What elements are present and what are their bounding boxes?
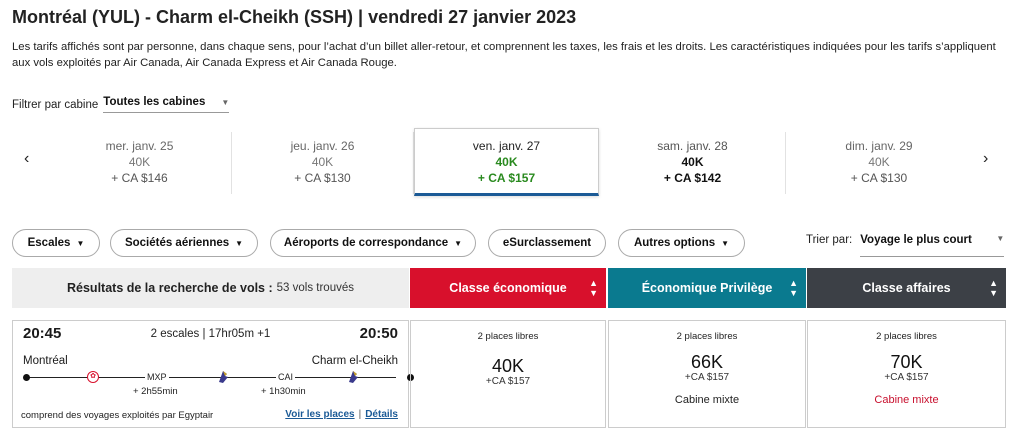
- page-title: Montréal (YUL) - Charm el-Cheikh (SSH) |…: [12, 7, 577, 27]
- stops-filter-button[interactable]: Escales ▼: [12, 229, 100, 257]
- mixed-cabin-note: Cabine mixte: [874, 394, 939, 406]
- origin-city: Montréal: [23, 355, 68, 367]
- flight-summary: 2 escales | 17hr05m +1: [150, 328, 271, 340]
- fare-cash: +CA $157: [485, 376, 531, 387]
- seats-available: 2 places libres: [477, 331, 539, 342]
- date-points: 40K: [495, 155, 518, 169]
- date-cash: + CA $142: [663, 171, 722, 185]
- origin-dot: [23, 374, 30, 381]
- airlines-filter-button[interactable]: Sociétés aériennes ▼: [110, 229, 258, 257]
- route-line: [26, 377, 396, 378]
- date-tab-4[interactable]: dim. janv. 29 40K + CA $130: [786, 132, 972, 194]
- business-fare-cell[interactable]: 2 places libres 70K +CA $157 Cabine mixt…: [807, 320, 1006, 428]
- date-cash: + CA $157: [477, 171, 536, 185]
- business-cabin-header[interactable]: Classe affaires ▲ ▼: [807, 268, 1006, 308]
- economy-cabin-header[interactable]: Classe économique ▲ ▼: [410, 268, 606, 308]
- sort-arrows-icon: ▲ ▼: [589, 278, 598, 298]
- economy-fare-cell[interactable]: 2 places libres 40K +CA $157: [410, 320, 606, 428]
- route-diagram: ✿ MXP + 2h55min CAI + 1h30min: [21, 369, 414, 405]
- air-canada-logo-icon: ✿: [87, 371, 99, 383]
- stop1-airport: MXP: [145, 372, 169, 382]
- cabin-filter-label: Filtrer par cabine: [12, 98, 99, 111]
- business-cabin-label: Classe affaires: [862, 281, 951, 295]
- results-label: Résultats de la recherche de vols :: [67, 281, 273, 295]
- chevron-down-icon: ▼: [454, 238, 463, 248]
- chevron-down-icon: ▼: [996, 234, 1005, 243]
- date-points: 40K: [128, 155, 151, 169]
- arrival-time: 20:50: [359, 325, 398, 342]
- stop2-airport: CAI: [276, 372, 296, 382]
- stop2-layover: + 1h30min: [261, 386, 306, 397]
- sort-value: Voyage le plus court: [860, 234, 972, 246]
- date-label: jeu. janv. 26: [290, 139, 355, 153]
- seats-available: 2 places libres: [876, 331, 937, 342]
- date-tab-selected[interactable]: ven. janv. 27 40K + CA $157: [414, 128, 599, 196]
- connecting-airports-filter-button[interactable]: Aéroports de correspondance ▼: [270, 229, 476, 257]
- fare-cash: +CA $157: [884, 372, 929, 383]
- flight-card: 2 escales | 17hr05m +1 20:45 20:50 Montr…: [12, 320, 414, 428]
- sort-select[interactable]: Voyage le plus court ▼: [860, 234, 1005, 257]
- date-cash: + CA $146: [111, 171, 168, 185]
- egyptair-logo-icon: [219, 371, 228, 383]
- date-tab-1[interactable]: jeu. janv. 26 40K + CA $130: [232, 132, 414, 194]
- more-options-filter-button[interactable]: Autres options ▼: [618, 229, 745, 257]
- departure-time: 20:45: [23, 325, 62, 342]
- more-options-label: Autres options: [633, 237, 716, 249]
- chevron-down-icon: ▼: [235, 238, 244, 248]
- sort-label: Trier par:: [806, 234, 853, 246]
- flight-links: Voir les places | Détails: [285, 409, 398, 420]
- egyptair-logo-icon: [349, 371, 358, 383]
- stop1-layover: + 2h55min: [133, 386, 178, 397]
- chevron-right-icon[interactable]: ›: [983, 150, 988, 168]
- mixed-cabin-note: Cabine mixte: [674, 394, 740, 406]
- sort-control: Trier par: Voyage le plus court ▼: [806, 234, 1005, 257]
- date-label: sam. janv. 28: [657, 139, 728, 153]
- esurclassement-filter-button[interactable]: eSurclassement: [488, 229, 606, 257]
- view-seats-link[interactable]: Voir les places: [285, 409, 354, 420]
- cabin-filter: Filtrer par cabine Toutes les cabines ▼: [12, 96, 230, 113]
- premium-cabin-header[interactable]: Économique Privilège ▲ ▼: [608, 268, 806, 308]
- results-count: 53 vols trouvés: [276, 282, 354, 294]
- date-label: ven. janv. 27: [472, 139, 541, 153]
- cabin-filter-select[interactable]: Toutes les cabines ▼: [103, 96, 230, 113]
- link-separator: |: [358, 409, 362, 420]
- date-points: 40K: [681, 155, 704, 169]
- destination-city: Charm el-Cheikh: [311, 355, 398, 367]
- results-header: Résultats de la recherche de vols : 53 v…: [12, 268, 409, 308]
- date-points: 40K: [868, 155, 890, 169]
- date-cash: + CA $130: [294, 171, 351, 185]
- chevron-down-icon: ▼: [221, 97, 230, 107]
- details-link[interactable]: Détails: [365, 409, 398, 420]
- premium-fare-cell[interactable]: 2 places libres 66K +CA $157 Cabine mixt…: [608, 320, 806, 428]
- sort-arrows-icon: ▲ ▼: [789, 278, 798, 298]
- date-tab-0[interactable]: mer. janv. 25 40K + CA $146: [48, 132, 232, 194]
- fare-cash: +CA $157: [684, 372, 730, 383]
- chevron-down-icon: ▼: [76, 238, 85, 248]
- stops-filter-label: Escales: [27, 237, 71, 249]
- connecting-filter-label: Aéroports de correspondance: [283, 237, 449, 249]
- chevron-left-icon[interactable]: ‹: [24, 150, 29, 168]
- operated-by-note: comprend des voyages exploités par Egypt…: [21, 410, 214, 421]
- premium-cabin-label: Économique Privilège: [641, 281, 773, 295]
- date-label: dim. janv. 29: [845, 139, 913, 153]
- date-points: 40K: [311, 155, 334, 169]
- date-cash: + CA $130: [850, 171, 908, 185]
- upgrade-filter-label: eSurclassement: [502, 237, 592, 249]
- fare-disclaimer: Les tarifs affichés sont par personne, d…: [12, 41, 996, 69]
- date-label: mer. janv. 25: [105, 139, 174, 153]
- seats-available: 2 places libres: [676, 331, 738, 342]
- airlines-filter-label: Sociétés aériennes: [124, 237, 230, 249]
- chevron-down-icon: ▼: [721, 238, 730, 248]
- fare-points: 70K: [890, 352, 923, 372]
- fare-points: 66K: [690, 352, 724, 372]
- economy-cabin-label: Classe économique: [449, 281, 567, 295]
- date-carousel: ‹ mer. janv. 25 40K + CA $146 jeu. janv.…: [12, 128, 1012, 198]
- sort-arrows-icon: ▲ ▼: [989, 278, 998, 298]
- cabin-filter-value: Toutes les cabines: [103, 96, 206, 108]
- fare-points: 40K: [491, 356, 525, 376]
- date-tab-3[interactable]: sam. janv. 28 40K + CA $142: [600, 132, 786, 194]
